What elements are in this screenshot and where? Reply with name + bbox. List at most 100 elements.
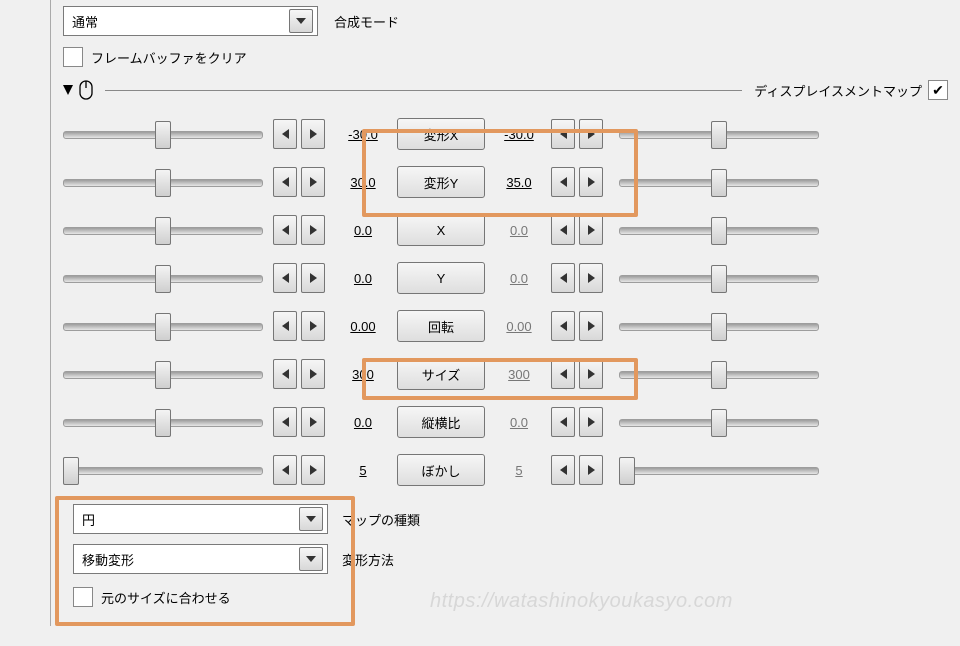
spin-left-button[interactable] (551, 311, 575, 341)
spin-right-button[interactable] (301, 167, 325, 197)
param-left-value[interactable]: 0.00 (331, 319, 395, 334)
param-right-value[interactable]: 5 (487, 463, 551, 478)
param-slider[interactable] (619, 454, 819, 486)
spin-right-button[interactable] (301, 359, 325, 389)
param-right-value[interactable]: 0.0 (487, 223, 551, 238)
spin-right-button[interactable] (579, 119, 603, 149)
param-spin-left (273, 311, 325, 341)
param-left-value[interactable]: 0.0 (331, 271, 395, 286)
param-slider[interactable] (619, 310, 819, 342)
param-slider[interactable] (63, 118, 263, 150)
spin-left-button[interactable] (551, 167, 575, 197)
param-slider[interactable] (63, 358, 263, 390)
section-divider (105, 90, 742, 91)
spin-right-button[interactable] (579, 215, 603, 245)
param-slider[interactable] (63, 310, 263, 342)
blend-mode-select[interactable]: 通常 (63, 6, 318, 36)
spin-left-button[interactable] (273, 263, 297, 293)
param-label-button[interactable]: サイズ (397, 358, 485, 390)
param-slider[interactable] (63, 262, 263, 294)
spin-left-button[interactable] (273, 455, 297, 485)
spin-left-button[interactable] (551, 359, 575, 389)
param-label-button[interactable]: X (397, 214, 485, 246)
map-type-value: 円 (82, 510, 95, 529)
spin-right-button[interactable] (579, 311, 603, 341)
param-left-value[interactable]: 5 (331, 463, 395, 478)
param-row-y: 0.0Y0.0 (63, 258, 948, 298)
param-right-value[interactable]: 300 (487, 367, 551, 382)
param-right-value[interactable]: -30.0 (487, 127, 551, 142)
param-label-button[interactable]: 回転 (397, 310, 485, 342)
param-spin-left (273, 119, 325, 149)
spin-left-button[interactable] (273, 359, 297, 389)
deform-method-select[interactable]: 移動変形 (73, 544, 328, 574)
spin-left-button[interactable] (551, 215, 575, 245)
param-slider[interactable] (63, 166, 263, 198)
spin-left-button[interactable] (551, 455, 575, 485)
spin-left-button[interactable] (551, 407, 575, 437)
param-row-x: 0.0X0.0 (63, 210, 948, 250)
spin-left-button[interactable] (273, 311, 297, 341)
param-row-deformX: -30.0変形X-30.0 (63, 114, 948, 154)
fit-original-checkbox[interactable] (73, 587, 93, 607)
param-left-value[interactable]: -30.0 (331, 127, 395, 142)
param-row-deformY: 30.0変形Y35.0 (63, 162, 948, 202)
spin-right-button[interactable] (579, 455, 603, 485)
param-slider[interactable] (63, 406, 263, 438)
param-right-value[interactable]: 0.00 (487, 319, 551, 334)
spin-right-button[interactable] (301, 455, 325, 485)
param-slider[interactable] (63, 214, 263, 246)
spin-right-button[interactable] (301, 215, 325, 245)
param-spin-left (273, 359, 325, 389)
section-enable-checkbox[interactable]: ✔ (928, 80, 948, 100)
param-label-button[interactable]: 縦横比 (397, 406, 485, 438)
spin-right-button[interactable] (301, 311, 325, 341)
param-right-value[interactable]: 0.0 (487, 415, 551, 430)
param-slider[interactable] (63, 454, 263, 486)
spin-right-button[interactable] (579, 407, 603, 437)
check-icon: ✔ (932, 83, 944, 97)
param-left-value[interactable]: 30.0 (331, 175, 395, 190)
param-slider[interactable] (619, 166, 819, 198)
param-left-value[interactable]: 0.0 (331, 223, 395, 238)
param-slider[interactable] (619, 406, 819, 438)
map-type-label: マップの種類 (342, 510, 420, 529)
spin-right-button[interactable] (579, 359, 603, 389)
spin-right-button[interactable] (301, 119, 325, 149)
spin-left-button[interactable] (551, 119, 575, 149)
param-left-value[interactable]: 0.0 (331, 415, 395, 430)
clear-buffer-checkbox[interactable] (63, 47, 83, 67)
param-slider[interactable] (619, 118, 819, 150)
spin-left-button[interactable] (273, 215, 297, 245)
param-left-value[interactable]: 300 (331, 367, 395, 382)
param-label-button[interactable]: ぼかし (397, 454, 485, 486)
spin-right-button[interactable] (579, 167, 603, 197)
param-row-size: 300サイズ300 (63, 354, 948, 394)
clear-buffer-label: フレームバッファをクリア (91, 48, 247, 67)
spin-right-button[interactable] (301, 407, 325, 437)
section-disclosure-icon[interactable] (63, 85, 73, 95)
param-row-rot: 0.00回転0.00 (63, 306, 948, 346)
param-spin-left (273, 407, 325, 437)
param-spin-right (551, 263, 603, 293)
spin-left-button[interactable] (273, 407, 297, 437)
spin-left-button[interactable] (273, 167, 297, 197)
param-label-button[interactable]: 変形Y (397, 166, 485, 198)
param-spin-left (273, 215, 325, 245)
param-slider[interactable] (619, 262, 819, 294)
spin-left-button[interactable] (273, 119, 297, 149)
spin-right-button[interactable] (301, 263, 325, 293)
param-slider[interactable] (619, 214, 819, 246)
param-slider[interactable] (619, 358, 819, 390)
map-type-select[interactable]: 円 (73, 504, 328, 534)
param-right-value[interactable]: 0.0 (487, 271, 551, 286)
spin-left-button[interactable] (551, 263, 575, 293)
section-title: ディスプレイスメントマップ (754, 81, 922, 100)
param-label-button[interactable]: 変形X (397, 118, 485, 150)
spin-right-button[interactable] (579, 263, 603, 293)
mouse-icon (79, 80, 93, 100)
param-label-button[interactable]: Y (397, 262, 485, 294)
param-right-value[interactable]: 35.0 (487, 175, 551, 190)
dropdown-toggle-icon (299, 507, 323, 531)
param-spin-right (551, 407, 603, 437)
